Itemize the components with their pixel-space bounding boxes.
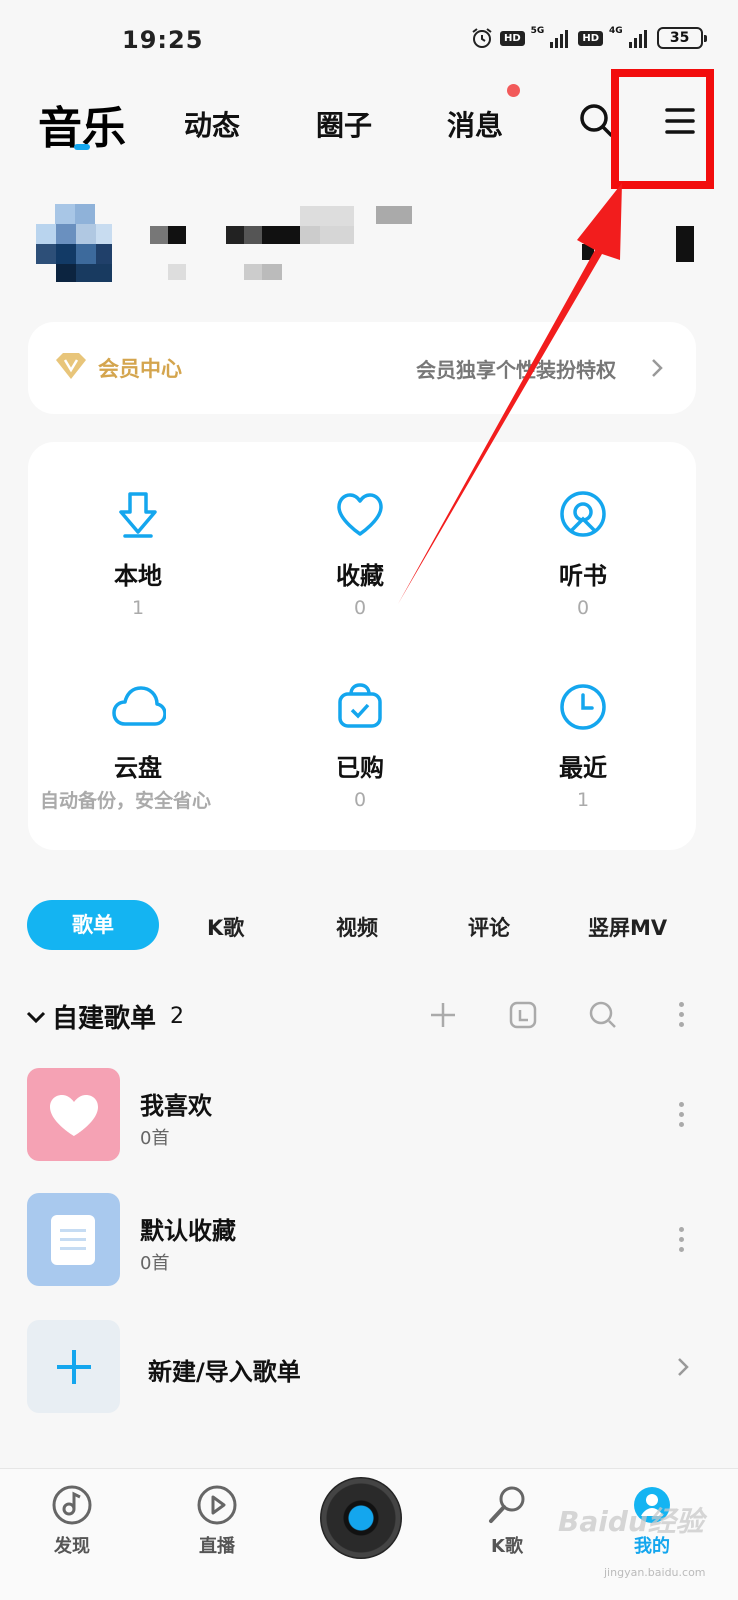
microphone-icon xyxy=(489,1486,525,1523)
nav-live[interactable]: 直播 xyxy=(172,1484,262,1558)
now-playing-disc[interactable] xyxy=(320,1477,402,1559)
play-circle-icon xyxy=(197,1485,237,1525)
watermark-url: jingyan.baidu.com xyxy=(604,1566,706,1579)
music-disc-icon xyxy=(52,1485,92,1525)
nav-discover[interactable]: 发现 xyxy=(27,1484,117,1558)
nav-karaoke[interactable]: K歌 xyxy=(462,1484,552,1558)
nav-label: 直播 xyxy=(199,1536,235,1557)
nav-label: 发现 xyxy=(54,1536,90,1557)
annotation-arrow xyxy=(398,183,622,604)
nav-label: K歌 xyxy=(491,1536,523,1557)
watermark: Baidu经验 xyxy=(558,1505,704,1538)
